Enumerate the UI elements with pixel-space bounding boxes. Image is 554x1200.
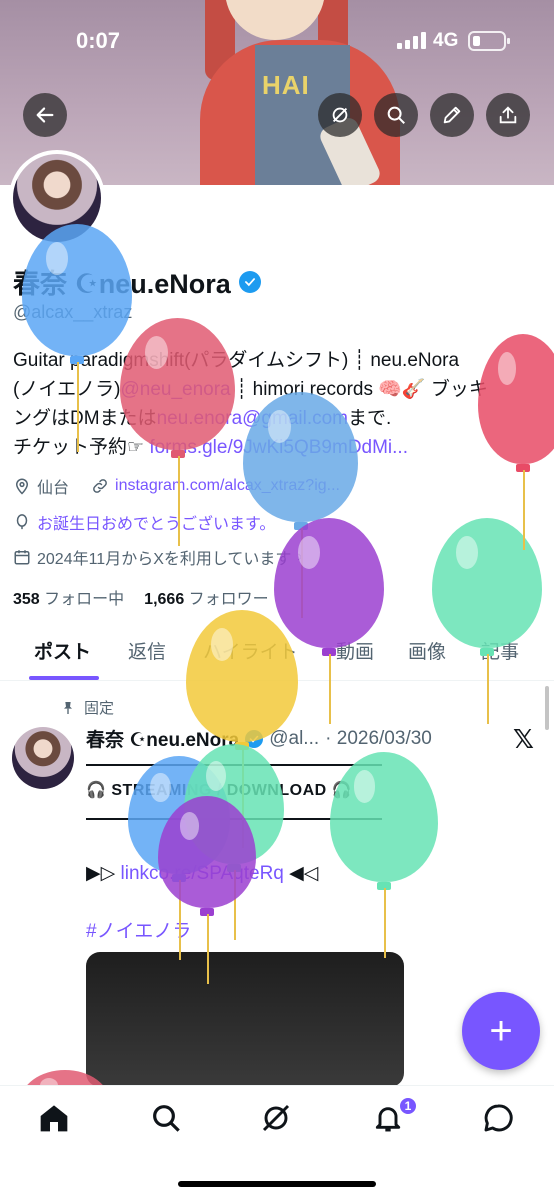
- tab-highlights[interactable]: ハイライト: [203, 637, 298, 664]
- post-header: 春奈 ☪neu.eNora @al... · 2026/03/30: [86, 725, 432, 752]
- location-pin-icon: [15, 478, 29, 495]
- bio-line: ングはDMまたはneu.enora@gmail.comまで.: [13, 408, 392, 429]
- birthday-text[interactable]: お誕生日おめでとうございます。: [37, 510, 275, 534]
- post-avatar[interactable]: [12, 727, 74, 789]
- post-date: · 2026/03/30: [325, 727, 432, 749]
- profile-tabs: ポスト 返信 ハイライト 動画 画像 記事: [0, 625, 554, 681]
- profile-avatar[interactable]: [9, 150, 105, 246]
- tab-videos[interactable]: 動画: [336, 637, 374, 664]
- profile-location: 仙台: [37, 480, 70, 497]
- email-link[interactable]: neu.enora@gmail.com: [157, 408, 348, 429]
- battery-icon: [468, 31, 510, 51]
- status-time: 0:07: [76, 28, 121, 53]
- active-tab-indicator: [29, 676, 99, 680]
- compose-button[interactable]: +: [462, 992, 540, 1070]
- divider: [86, 818, 382, 820]
- tab-images[interactable]: 画像: [408, 637, 446, 664]
- home-icon: [40, 1105, 68, 1132]
- profile-name: 春奈 ☪neu.eNora: [13, 269, 231, 299]
- message-icon: [484, 1104, 513, 1132]
- nav-search[interactable]: [150, 1102, 186, 1138]
- post-author-name[interactable]: 春奈 ☪neu.eNora: [86, 725, 239, 752]
- search-button[interactable]: [374, 93, 418, 137]
- share-icon: [499, 106, 517, 124]
- follow-stats: 358 フォロー中 1,666 フォロワー: [13, 585, 269, 609]
- notification-badge: 1: [398, 1096, 418, 1116]
- signal-icon: [397, 31, 426, 49]
- profile-meta-row: 仙台 instagram.com/alcax_xtraz?ig...: [13, 474, 340, 498]
- post-text-stream: 🎧 STREAMING / DOWNLOAD 🎧: [86, 782, 353, 799]
- link-icon: [93, 479, 107, 493]
- post-media[interactable]: [86, 952, 404, 1087]
- home-indicator: [178, 1181, 376, 1187]
- tab-replies[interactable]: 返信: [128, 637, 166, 664]
- balloon: [158, 796, 256, 984]
- back-button[interactable]: [23, 93, 67, 137]
- network-label: 4G: [433, 30, 459, 51]
- pinned-label: 固定: [60, 697, 114, 718]
- search-icon: [387, 106, 405, 124]
- arrow-left-icon: [36, 107, 54, 123]
- profile-name-row: 春奈 ☪neu.eNora: [13, 262, 261, 301]
- post-hashtag[interactable]: #ノイエノラ: [86, 916, 191, 943]
- grok-icon: [332, 107, 348, 123]
- bio-line: (ノイエノラ)@neu_enora ┊ himori records 🧠🎸 ブッ…: [13, 379, 488, 400]
- nav-grok[interactable]: [260, 1102, 296, 1138]
- profile-bio: Guitar paradigmshift(パラダイムシフト) ┊ neu.eNo…: [13, 346, 543, 462]
- nav-messages[interactable]: [482, 1102, 518, 1138]
- post-text-link-row: ▶▷ linkco.re/SPAqteRq ◀◁: [86, 863, 319, 884]
- bio-line: Guitar paradigmshift(パラダイムシフト) ┊ neu.eNo…: [13, 350, 460, 371]
- joined-date: 2024年11月からXを利用しています: [37, 551, 292, 568]
- pencil-icon: [443, 106, 461, 124]
- status-bar: 0:07 4G: [0, 0, 554, 80]
- verified-badge-icon: [245, 729, 264, 748]
- profile-website-link[interactable]: instagram.com/alcax_xtraz?ig...: [115, 477, 340, 495]
- nav-home[interactable]: [38, 1102, 74, 1138]
- x-logo-icon: 𝕏: [513, 724, 534, 754]
- calendar-icon: [14, 550, 30, 565]
- balloon: [330, 752, 438, 958]
- edit-button[interactable]: [430, 93, 474, 137]
- followers-stat[interactable]: 1,666 フォロワー: [144, 585, 269, 609]
- share-button[interactable]: [486, 93, 530, 137]
- bio-line: チケット予約☞ forms.gle/9JwKi5QB9mDdMi...: [13, 437, 408, 458]
- profile-handle: @alcax__xtraz: [13, 302, 133, 322]
- tab-posts[interactable]: ポスト: [34, 637, 91, 664]
- search-icon: [153, 1105, 180, 1132]
- chevron-right-icon: ›: [297, 548, 303, 565]
- post-author-handle: @al...: [269, 727, 320, 749]
- mention-link[interactable]: @neu_enora: [120, 379, 230, 400]
- scrollbar[interactable]: [545, 686, 549, 730]
- following-stat[interactable]: 358 フォロー中: [13, 585, 124, 609]
- balloon: [184, 744, 284, 940]
- tab-articles[interactable]: 記事: [481, 637, 519, 664]
- forms-link[interactable]: forms.gle/9JwKi5QB9mDdMi...: [149, 437, 408, 458]
- post-link[interactable]: linkco.re/SPAqteRq: [121, 863, 284, 884]
- joined-row[interactable]: 2024年11月からXを利用しています ›: [13, 545, 303, 569]
- grok-icon: [262, 1104, 290, 1132]
- balloon-icon: [16, 514, 28, 530]
- avatar-image: [13, 154, 101, 242]
- verified-badge-icon[interactable]: [238, 270, 261, 293]
- divider: [86, 764, 382, 766]
- balloon: [128, 756, 230, 960]
- birthday-row: お誕生日おめでとうございます。: [13, 510, 275, 534]
- grok-button[interactable]: [318, 93, 362, 137]
- pin-icon: [64, 701, 72, 714]
